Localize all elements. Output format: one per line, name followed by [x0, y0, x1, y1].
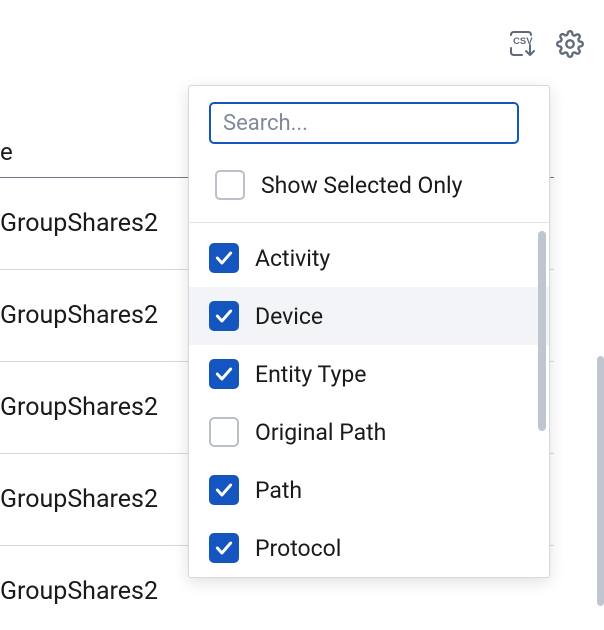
column-options-list: Activity Device Entity Type Original Path Pa…: [189, 223, 549, 577]
page-vertical-scroll-thumb[interactable]: [597, 356, 604, 606]
table-cell: GroupShares2: [0, 485, 158, 514]
column-option-checkbox[interactable]: [209, 417, 239, 447]
csv-export-icon[interactable]: CSV: [508, 30, 538, 62]
column-option-checkbox[interactable]: [209, 359, 239, 389]
column-option[interactable]: Protocol: [189, 519, 549, 577]
column-picker-dropdown: Show Selected Only Activity Device Entity …: [188, 85, 550, 578]
column-option[interactable]: Original Path: [189, 403, 549, 461]
column-option[interactable]: Device: [189, 287, 549, 345]
column-option-label: Original Path: [255, 419, 386, 446]
column-option-label: Entity Type: [255, 361, 366, 388]
gear-icon[interactable]: [556, 30, 584, 62]
show-selected-only-option[interactable]: Show Selected Only: [209, 160, 529, 218]
column-option-checkbox[interactable]: [209, 301, 239, 331]
show-selected-only-checkbox[interactable]: [215, 170, 245, 200]
search-input[interactable]: [209, 102, 519, 144]
table-cell: GroupShares2: [0, 209, 158, 238]
column-option-checkbox[interactable]: [209, 475, 239, 505]
column-option-checkbox[interactable]: [209, 533, 239, 563]
column-option-checkbox[interactable]: [209, 243, 239, 273]
table-cell: GroupShares2: [0, 577, 158, 606]
column-option[interactable]: Path: [189, 461, 549, 519]
column-option-label: Path: [255, 477, 302, 504]
column-option[interactable]: Entity Type: [189, 345, 549, 403]
column-option-label: Activity: [255, 245, 330, 272]
show-selected-only-label: Show Selected Only: [261, 172, 463, 199]
toolbar: CSV: [508, 30, 584, 62]
column-option-label: Device: [255, 303, 323, 330]
column-option-label: Protocol: [255, 535, 341, 562]
table-cell: GroupShares2: [0, 301, 158, 330]
column-option[interactable]: Activity: [189, 229, 549, 287]
dropdown-scroll-thumb[interactable]: [538, 231, 546, 431]
table-cell: GroupShares2: [0, 393, 158, 422]
